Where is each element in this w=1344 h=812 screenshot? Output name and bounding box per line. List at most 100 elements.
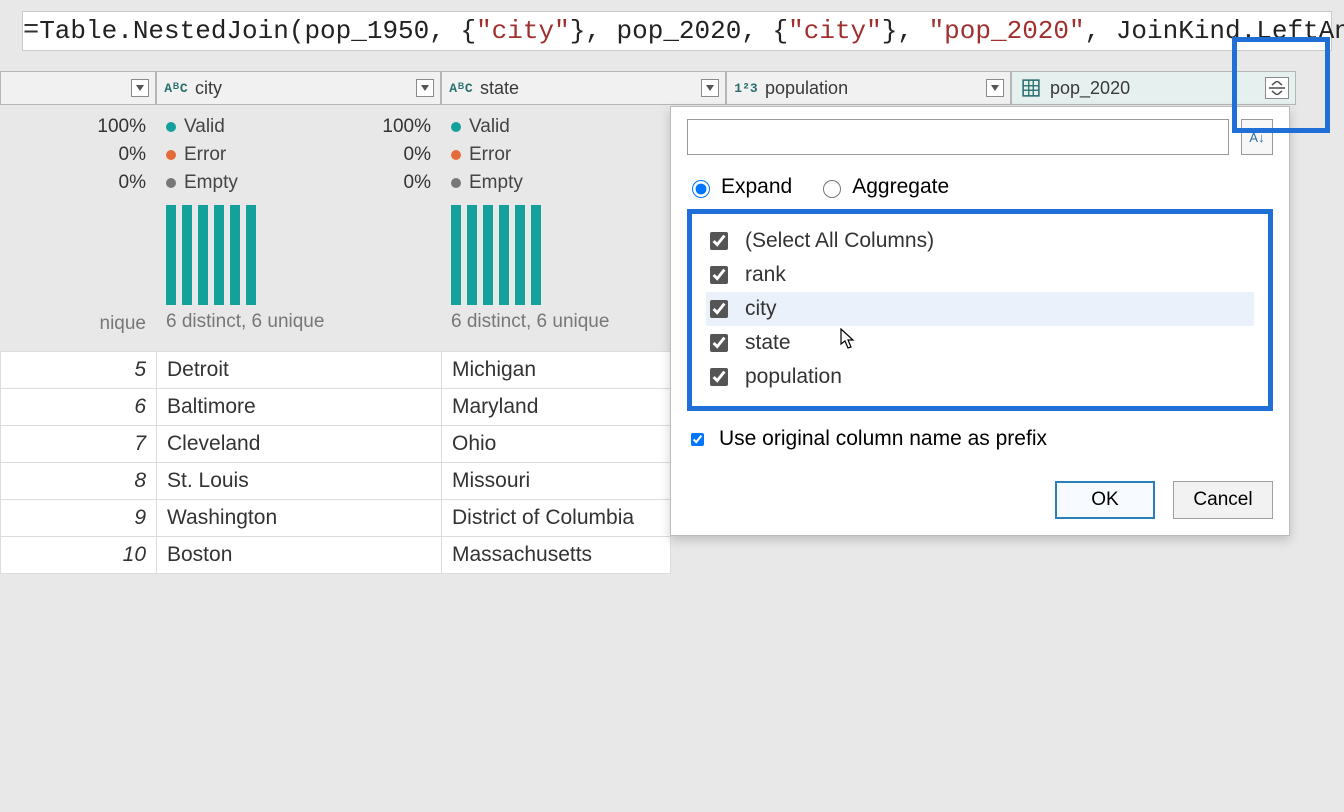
expand-radio-label: Expand	[721, 175, 792, 199]
distribution-bars	[166, 205, 431, 305]
column-header-row: AᴮC city AᴮC state 1²3 population pop_20…	[0, 71, 1296, 105]
cell-state[interactable]: Missouri	[442, 463, 671, 500]
column-checkbox[interactable]	[710, 334, 728, 352]
empty-dot-icon	[451, 178, 461, 188]
stat-error-pct: 0%	[119, 141, 146, 169]
cancel-button[interactable]: Cancel	[1173, 481, 1273, 519]
column-header-pop2020[interactable]: pop_2020	[1011, 71, 1296, 105]
column-checkbox-row[interactable]: city	[706, 292, 1254, 326]
cell-state[interactable]: Michigan	[442, 352, 671, 389]
filter-dropdown-icon[interactable]	[416, 79, 434, 97]
ok-button-label: OK	[1091, 489, 1118, 511]
column-header-population[interactable]: 1²3 population	[726, 71, 1011, 105]
table-row[interactable]: 10BostonMassachusetts	[1, 537, 671, 574]
filter-dropdown-icon[interactable]	[701, 79, 719, 97]
column-checkbox-row[interactable]: rank	[706, 258, 1254, 292]
column-checkbox-label: city	[745, 297, 777, 321]
column-checkbox-label: rank	[745, 263, 786, 287]
cell-city[interactable]: Washington	[157, 500, 442, 537]
table-row[interactable]: 7ClevelandOhio	[1, 426, 671, 463]
column-checkbox[interactable]	[710, 368, 728, 386]
column-header-city[interactable]: AᴮC city	[156, 71, 441, 105]
formula-text[interactable]: Table.NestedJoin(pop_1950, {"city"}, pop…	[39, 16, 1344, 46]
cell-city[interactable]: Baltimore	[157, 389, 442, 426]
search-columns-input[interactable]	[687, 119, 1229, 155]
column-checkbox-label: state	[745, 331, 791, 355]
stat-block-rank: 100% 0% 0% nique	[0, 105, 156, 339]
cell-city[interactable]: St. Louis	[157, 463, 442, 500]
expand-mode-radios: Expand Aggregate	[687, 175, 1273, 199]
stat-valid-label: Valid	[184, 113, 225, 141]
stat-error-label: Error	[184, 141, 226, 169]
table-row[interactable]: 8St. LouisMissouri	[1, 463, 671, 500]
select-all-checkbox[interactable]	[710, 232, 728, 250]
cell-rank[interactable]: 6	[1, 389, 157, 426]
aggregate-radio-label: Aggregate	[852, 175, 949, 199]
sort-columns-button[interactable]: A↓	[1241, 119, 1273, 155]
cell-rank[interactable]: 7	[1, 426, 157, 463]
formula-bar[interactable]: = Table.NestedJoin(pop_1950, {"city"}, p…	[22, 11, 1332, 51]
cell-state[interactable]: District of Columbia	[442, 500, 671, 537]
cell-rank[interactable]: 8	[1, 463, 157, 500]
stat-empty-label: Empty	[184, 169, 238, 197]
cell-state[interactable]: Massachusetts	[442, 537, 671, 574]
stat-valid-pct: 100%	[97, 113, 146, 141]
sort-icon: A↓	[1249, 130, 1264, 145]
cell-city[interactable]: Cleveland	[157, 426, 442, 463]
text-type-icon: AᴮC	[165, 77, 187, 99]
cell-rank[interactable]: 5	[1, 352, 157, 389]
column-header-pop2020-label: pop_2020	[1050, 78, 1130, 99]
stat-empty-pct: 0%	[404, 169, 431, 197]
cell-rank[interactable]: 9	[1, 500, 157, 537]
ok-button[interactable]: OK	[1055, 481, 1155, 519]
column-header-rank[interactable]	[0, 71, 156, 105]
expand-radio[interactable]: Expand	[687, 175, 792, 199]
error-dot-icon	[166, 150, 176, 160]
formula-equals: =	[23, 16, 39, 46]
column-header-city-label: city	[195, 78, 222, 99]
stat-empty-label: Empty	[469, 169, 523, 197]
filter-dropdown-icon[interactable]	[131, 79, 149, 97]
select-all-checkbox-row[interactable]: (Select All Columns)	[706, 224, 1254, 258]
table-row[interactable]: 5DetroitMichigan	[1, 352, 671, 389]
stat-error-label: Error	[469, 141, 511, 169]
filter-dropdown-icon[interactable]	[986, 79, 1004, 97]
valid-dot-icon	[451, 122, 461, 132]
number-type-icon: 1²3	[735, 77, 757, 99]
column-checkbox-row[interactable]: population	[706, 360, 1254, 394]
cancel-button-label: Cancel	[1193, 489, 1252, 511]
column-header-state[interactable]: AᴮC state	[441, 71, 726, 105]
stat-empty-pct: 0%	[119, 169, 146, 197]
error-dot-icon	[451, 150, 461, 160]
cell-city[interactable]: Detroit	[157, 352, 442, 389]
valid-dot-icon	[166, 122, 176, 132]
table-row[interactable]: 6BaltimoreMaryland	[1, 389, 671, 426]
column-header-population-label: population	[765, 78, 848, 99]
columns-checklist: (Select All Columns) rank city state popula…	[687, 209, 1273, 411]
text-type-icon: AᴮC	[450, 77, 472, 99]
select-all-label: (Select All Columns)	[745, 229, 934, 253]
table-type-icon	[1020, 77, 1042, 99]
stat-valid-pct: 100%	[382, 113, 431, 141]
data-table: 5DetroitMichigan6BaltimoreMaryland7Cleve…	[0, 351, 671, 574]
stat-distinct: 6 distinct, 6 unique	[166, 311, 431, 333]
column-checkbox[interactable]	[710, 266, 728, 284]
column-checkbox[interactable]	[710, 300, 728, 318]
expand-radio-input[interactable]	[692, 180, 710, 198]
stat-block-city: Valid100% Error0% Empty0% 6 distinct, 6 …	[156, 105, 441, 337]
table-row[interactable]: 9WashingtonDistrict of Columbia	[1, 500, 671, 537]
stat-valid-label: Valid	[469, 113, 510, 141]
column-checkbox-row[interactable]: state	[706, 326, 1254, 360]
prefix-label: Use original column name as prefix	[719, 427, 1047, 451]
column-checkbox-label: population	[745, 365, 842, 389]
cell-rank[interactable]: 10	[1, 537, 157, 574]
expand-column-button[interactable]	[1265, 77, 1289, 99]
column-header-state-label: state	[480, 78, 519, 99]
aggregate-radio[interactable]: Aggregate	[818, 175, 949, 199]
cell-state[interactable]: Maryland	[442, 389, 671, 426]
prefix-checkbox[interactable]	[691, 433, 704, 446]
aggregate-radio-input[interactable]	[823, 180, 841, 198]
cell-state[interactable]: Ohio	[442, 426, 671, 463]
cell-city[interactable]: Boston	[157, 537, 442, 574]
stat-distinct: nique	[10, 313, 146, 335]
